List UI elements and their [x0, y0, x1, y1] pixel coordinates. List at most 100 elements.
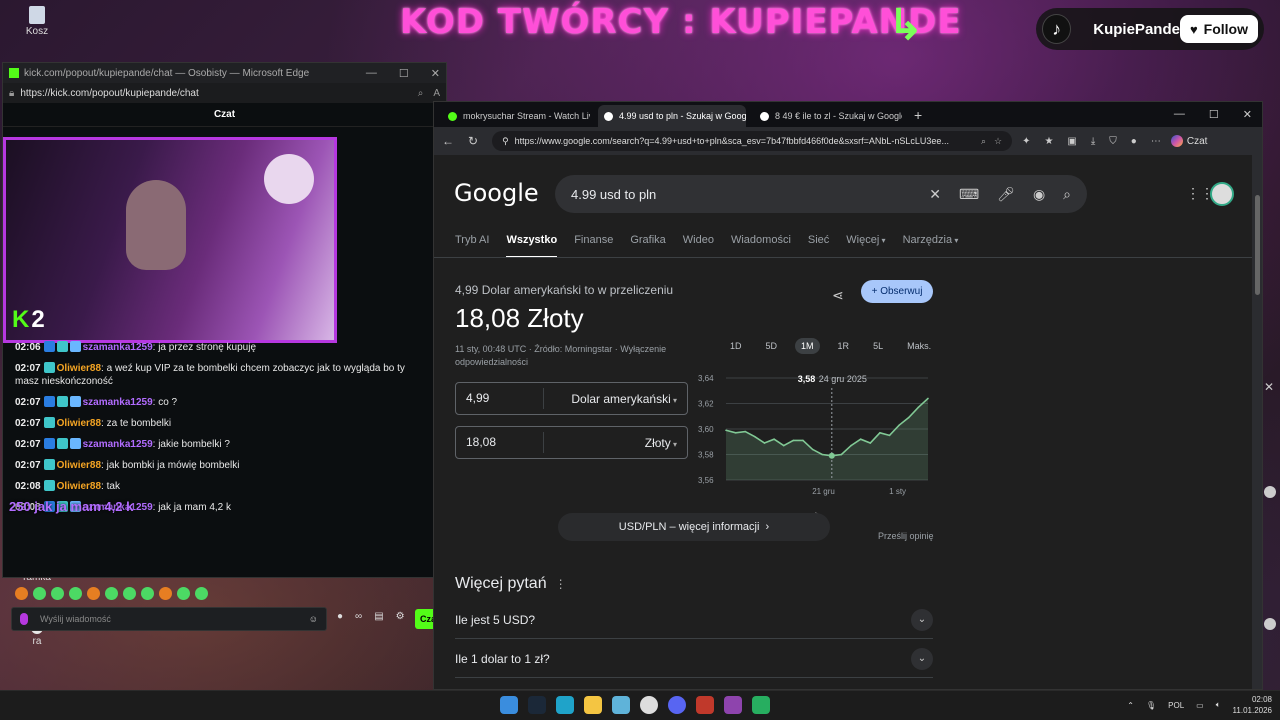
downloads-icon[interactable]: ⤓	[1091, 136, 1095, 147]
search-tab[interactable]: Więcej	[846, 234, 885, 258]
question-item[interactable]: Ile jest 5 USD? ⌄	[455, 601, 933, 639]
range-tab[interactable]: 5L	[867, 338, 889, 354]
mic-icon[interactable]: 🎙︎	[1146, 701, 1156, 710]
zoom-icon[interactable]: ⌕	[981, 136, 986, 147]
mic-icon[interactable]: 🎤︎	[997, 186, 1015, 203]
site-info-icon[interactable]: ⚲	[502, 136, 509, 147]
message-username[interactable]: Oliwier88	[57, 363, 101, 374]
from-currency-select[interactable]: Dolar amerykański	[571, 392, 687, 406]
start-icon[interactable]	[500, 696, 518, 714]
app-icon[interactable]	[696, 696, 714, 714]
edge-icon[interactable]	[556, 696, 574, 714]
emote-icon[interactable]	[159, 587, 172, 600]
collections-icon[interactable]: ▣	[1067, 136, 1076, 147]
store-icon[interactable]: ▤	[374, 611, 383, 622]
app-icon[interactable]	[724, 696, 742, 714]
message-username[interactable]: szamanka1259	[83, 342, 153, 353]
favorite-icon[interactable]: ☆	[994, 136, 1002, 147]
favorites-icon[interactable]: ★	[1044, 136, 1053, 147]
follow-button[interactable]: + Obserwuj	[861, 280, 933, 303]
app-icon[interactable]	[752, 696, 770, 714]
scrollbar[interactable]	[1252, 155, 1262, 689]
chat-input[interactable]: Wyślij wiadomość ☺	[11, 607, 327, 631]
emoji-icon[interactable]: ☺	[309, 614, 318, 624]
close-button[interactable]: ✕	[1243, 108, 1252, 121]
desktop-icon-recycle-bin[interactable]: Kosz	[12, 6, 62, 37]
language-indicator[interactable]: POL	[1168, 701, 1184, 710]
extensions-icon[interactable]: ✦	[1022, 136, 1030, 147]
points-icon[interactable]: ●	[337, 611, 343, 622]
explorer-icon[interactable]	[584, 696, 602, 714]
more-info-button[interactable]: USD/PLN – więcej informacji ›	[558, 513, 830, 541]
emote-icon[interactable]	[15, 587, 28, 600]
search-tab[interactable]: Wideo	[683, 234, 714, 258]
more-icon[interactable]: ⋯	[1151, 136, 1161, 147]
app-icon[interactable]	[612, 696, 630, 714]
search-tab[interactable]: Finanse	[574, 234, 613, 258]
range-tab[interactable]: 1M	[795, 338, 820, 354]
search-input[interactable]: 4.99 usd to pln ✕ ⌨ 🎤︎ ◉ ⌕	[555, 175, 1087, 213]
to-currency-select[interactable]: Złoty	[645, 436, 687, 450]
close-button[interactable]: ✕	[431, 67, 440, 80]
read-aloud-icon[interactable]: A	[433, 88, 440, 99]
share-icon[interactable]: ⋖	[832, 287, 844, 304]
clear-icon[interactable]: ✕	[929, 186, 941, 203]
settings-icon[interactable]: ⚙	[396, 611, 405, 622]
minimize-button[interactable]: —	[1174, 108, 1185, 121]
copilot-button[interactable]: Czat	[1170, 135, 1207, 147]
back-button[interactable]: ←	[442, 134, 454, 148]
chevron-up-icon[interactable]: ⌃	[1127, 701, 1134, 710]
side-add-icon[interactable]	[1264, 618, 1276, 630]
side-button-icon[interactable]	[1264, 486, 1276, 498]
emote-icon[interactable]	[51, 587, 64, 600]
search-tab[interactable]: Grafika	[630, 234, 665, 258]
address-bar[interactable]: 🔒︎ https://kick.com/popout/kupiepande/ch…	[3, 83, 446, 103]
search-icon[interactable]: ⌕	[1063, 186, 1071, 203]
clock[interactable]: 02:08 11.01.2026	[1233, 694, 1272, 716]
zoom-icon[interactable]: ⌕	[418, 88, 424, 99]
exchange-rate-chart[interactable]: 3,643,623,603,583,5621 gru 1 sty3,58 24 gr…	[696, 368, 936, 503]
profile-icon[interactable]: ●	[1131, 136, 1137, 147]
address-bar[interactable]: ⚲ https://www.google.com/search?q=4.99+u…	[492, 131, 1013, 151]
chevron-down-icon[interactable]: ⌄	[911, 608, 933, 631]
volume-icon[interactable]: 🔈︎	[1216, 700, 1221, 710]
message-username[interactable]: Oliwier88	[57, 418, 101, 429]
range-tab[interactable]: Maks.	[901, 338, 937, 354]
message-username[interactable]: szamanka1259	[83, 439, 153, 450]
emote-icon[interactable]	[87, 587, 100, 600]
emote-icon[interactable]	[33, 587, 46, 600]
avatar[interactable]	[1210, 182, 1234, 206]
to-currency-box[interactable]: 18,08 Złoty	[455, 426, 688, 459]
search-tab[interactable]: Narzędzia	[903, 234, 959, 258]
emote-icon[interactable]	[141, 587, 154, 600]
browser-tab[interactable]: mokrysuchar Stream - Watch Live✕	[442, 105, 590, 127]
close-icon[interactable]: ✕	[1264, 380, 1274, 394]
app-icon[interactable]	[640, 696, 658, 714]
search-tab[interactable]: Wszystko	[506, 234, 558, 258]
network-icon[interactable]: ▭	[1196, 701, 1204, 710]
google-logo[interactable]: Google	[454, 179, 539, 207]
chevron-down-icon[interactable]: ⌄	[911, 647, 933, 670]
new-tab-button[interactable]: +	[914, 107, 922, 123]
from-amount-input[interactable]: 4,99	[456, 388, 544, 409]
search-tab[interactable]: Wiadomości	[731, 234, 791, 258]
question-item[interactable]: Ile 1 dolar to 1 zł? ⌄	[455, 640, 933, 678]
range-tab[interactable]: 1D	[724, 338, 748, 354]
minimize-button[interactable]: —	[366, 67, 377, 80]
range-tab[interactable]: 1R	[832, 338, 856, 354]
emote-icon[interactable]	[195, 587, 208, 600]
emote-icon[interactable]	[105, 587, 118, 600]
keyboard-icon[interactable]: ⌨	[959, 186, 979, 203]
browser-tab[interactable]: 4.99 usd to pln - Szukaj w Google✕	[598, 105, 746, 127]
mic-icon[interactable]	[20, 613, 28, 625]
maximize-button[interactable]: ☐	[1209, 108, 1219, 121]
emote-icon[interactable]	[177, 587, 190, 600]
browser-tab[interactable]: 8 49 € ile to zl - Szukaj w Google✕	[754, 105, 902, 127]
feedback-link[interactable]: Prześlij opinię	[878, 531, 934, 541]
message-username[interactable]: Oliwier88	[57, 460, 101, 471]
follow-button[interactable]: ♥ Follow	[1179, 15, 1258, 43]
search-tab[interactable]: Tryb AI	[455, 234, 489, 258]
discord-icon[interactable]	[668, 696, 686, 714]
to-amount-input[interactable]: 18,08	[456, 432, 544, 453]
shield-icon[interactable]: ⛉	[1109, 136, 1117, 147]
